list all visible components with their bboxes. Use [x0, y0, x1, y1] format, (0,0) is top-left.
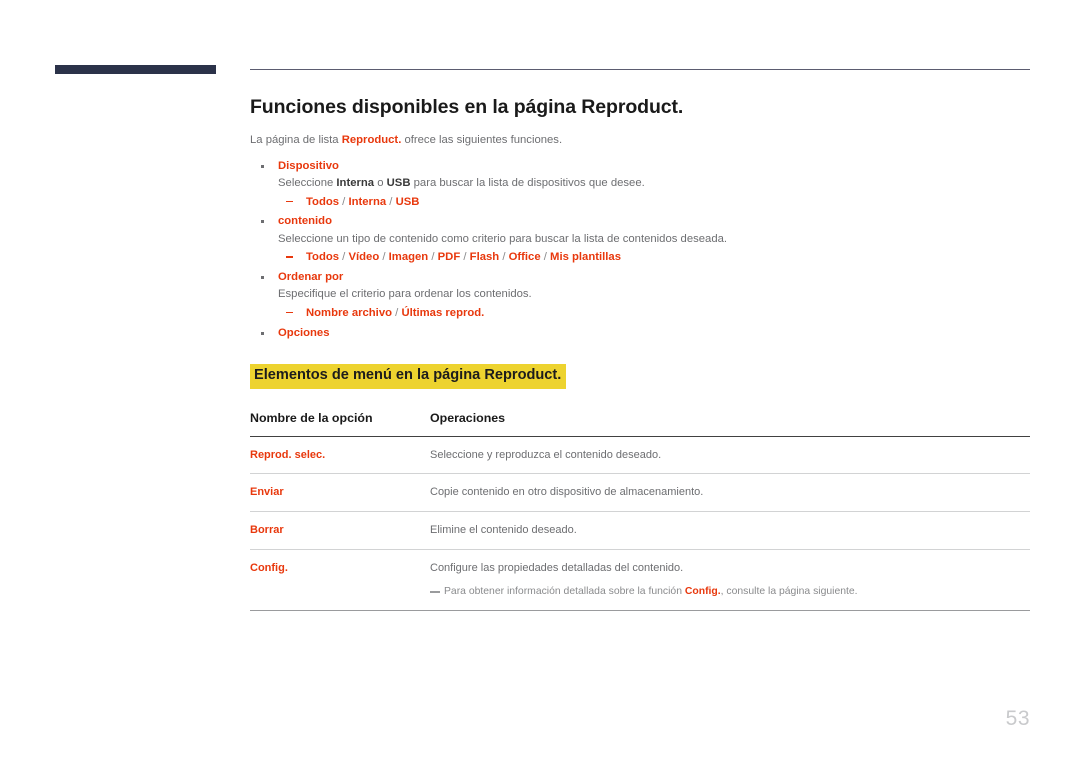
feature-bullet-list: Dispositivo Seleccione Interna o USB par…: [250, 158, 1030, 342]
intro-text-before: La página de lista: [250, 134, 342, 147]
desc-mid: o: [374, 177, 387, 190]
bullet-options-ordenar-por: Nombre archivo / Últimas reprod.: [250, 304, 1030, 323]
bullet-description-dispositivo: Seleccione Interna o USB para buscar la …: [250, 175, 1030, 193]
operation-cell: Elimine el contenido deseado.: [430, 511, 1030, 551]
operation-cell: Configure las propiedades detalladas del…: [430, 549, 1030, 611]
desc-keyword-interna: Interna: [336, 177, 375, 190]
option-value: Interna: [348, 195, 387, 208]
menu-items-table: Nombre de la opción Operaciones Reprod. …: [250, 410, 1030, 611]
note-dash-icon: [430, 591, 440, 593]
option-value: Todos: [306, 195, 340, 208]
bullet-label: contenido: [278, 215, 332, 228]
bullet-title-opciones: Opciones: [250, 325, 1030, 343]
option-value: Todos: [306, 251, 340, 264]
list-item: Opciones: [250, 325, 1030, 343]
option-value: Office: [508, 251, 541, 264]
table-row: Config. Configure las propiedades detall…: [250, 549, 1030, 611]
bullet-title-contenido: contenido: [250, 213, 1030, 231]
bullet-label: Ordenar por: [278, 270, 344, 283]
operation-note: Para obtener información detallada sobre…: [430, 585, 1030, 600]
option-value: PDF: [437, 251, 461, 264]
section-heading-container: Elementos de menú en la página Reproduct…: [250, 364, 1030, 389]
intro-paragraph: La página de lista Reproduct. ofrece las…: [250, 133, 1030, 148]
list-item: contenido Seleccione un tipo de contenid…: [250, 213, 1030, 267]
option-value: Nombre archivo: [306, 306, 393, 319]
dash-icon: [286, 200, 293, 203]
table-header-row: Nombre de la opción Operaciones: [250, 410, 1030, 437]
header-rule: [250, 69, 1030, 70]
option-value: Vídeo: [348, 251, 380, 264]
bullet-title-ordenar-por: Ordenar por: [250, 269, 1030, 287]
bullet-dot-icon: [261, 164, 264, 168]
bullet-options-dispositivo: Todos / Interna / USB: [250, 193, 1030, 212]
table-row: Reprod. selec. Seleccione y reproduzca e…: [250, 436, 1030, 475]
option-value: Imagen: [388, 251, 429, 264]
operation-cell: Seleccione y reproduzca el contenido des…: [430, 436, 1030, 475]
table-row: Enviar Copie contenido en otro dispositi…: [250, 473, 1030, 513]
note-after: , consulte la página siguiente.: [720, 586, 858, 598]
bullet-label: Opciones: [278, 326, 330, 339]
bullet-description-ordenar-por: Especifique el criterio para ordenar los…: [278, 288, 532, 301]
dash-icon: [286, 311, 293, 314]
bullet-dot-icon: [261, 220, 264, 224]
list-item: Ordenar por Especifique el criterio para…: [250, 269, 1030, 323]
page-title: Funciones disponibles en la página Repro…: [250, 96, 684, 118]
column-header-operations: Operaciones: [430, 410, 1030, 437]
bullet-dot-icon: [261, 275, 264, 279]
dash-icon: [286, 256, 293, 258]
option-value: Flash: [469, 251, 500, 264]
option-name-cell: Reprod. selec.: [250, 436, 430, 475]
option-value: USB: [395, 195, 420, 208]
operation-cell: Copie contenido en otro dispositivo de a…: [430, 473, 1030, 513]
note-keyword: Config.: [684, 586, 721, 598]
option-value: Últimas reprod.: [401, 306, 485, 319]
list-item: Dispositivo Seleccione Interna o USB par…: [250, 158, 1030, 212]
bullet-dot-icon: [261, 331, 264, 335]
desc-keyword-usb: USB: [386, 177, 411, 190]
table-row: Borrar Elimine el contenido deseado.: [250, 511, 1030, 551]
bullet-options-contenido: Todos / Vídeo / Imagen / PDF / Flash / O…: [250, 248, 1030, 267]
page-number: 53: [1005, 707, 1030, 730]
option-value: Mis plantillas: [550, 251, 621, 264]
desc-after: para buscar la lista de dispositivos que…: [410, 177, 645, 190]
column-header-option-name: Nombre de la opción: [250, 410, 430, 437]
bullet-description-contenido: Seleccione un tipo de contenido como cri…: [278, 232, 728, 245]
note-before: Para obtener información detallada sobre…: [444, 586, 685, 598]
desc-before: Seleccione: [278, 177, 337, 190]
header-accent-bar: [55, 65, 216, 74]
intro-text-after: ofrece las siguientes funciones.: [401, 134, 563, 147]
option-name-cell: Borrar: [250, 511, 430, 551]
bullet-title-dispositivo: Dispositivo: [250, 158, 1030, 176]
bullet-label: Dispositivo: [278, 159, 339, 172]
section-heading-highlighted: Elementos de menú en la página Reproduct…: [250, 364, 567, 389]
page-content: Funciones disponibles en la página Repro…: [250, 96, 1030, 611]
option-name-cell: Enviar: [250, 473, 430, 513]
intro-keyword: Reproduct.: [341, 134, 402, 147]
option-name-cell: Config.: [250, 549, 430, 611]
operation-text: Configure las propiedades detalladas del…: [430, 562, 684, 575]
